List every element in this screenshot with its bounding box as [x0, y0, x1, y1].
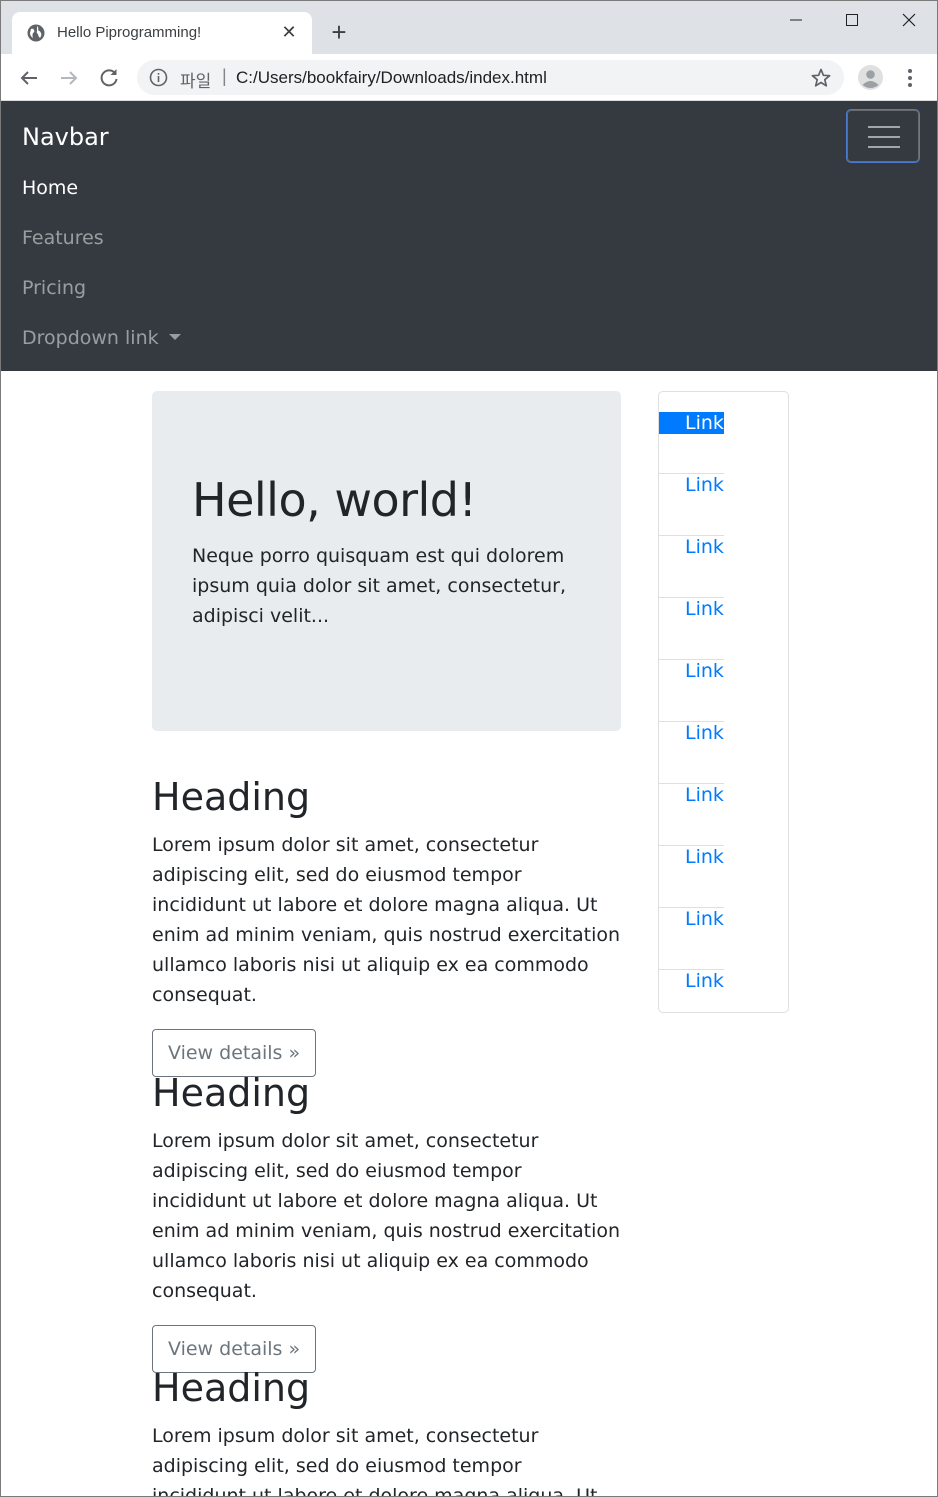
list-group-item[interactable]: Link	[659, 783, 724, 806]
section-text: Lorem ipsum dolor sit amet, consectetur …	[152, 1130, 621, 1302]
section-heading: Heading	[152, 1366, 311, 1410]
list-group-item[interactable]: Link	[659, 659, 724, 682]
section-heading: Heading	[152, 775, 311, 819]
close-window-icon[interactable]	[886, 5, 932, 35]
nav-link-features[interactable]: Features	[22, 227, 104, 249]
url-separator: |	[222, 66, 227, 86]
info-icon[interactable]	[149, 68, 168, 87]
new-tab-button[interactable]: +	[325, 19, 353, 47]
jumbotron-text: Neque porro quisquam est qui dolorem ips…	[192, 545, 566, 627]
navbar-brand[interactable]: Navbar	[22, 123, 109, 151]
hamburger-icon	[868, 136, 900, 138]
url-scheme-label: 파일	[180, 72, 212, 91]
section-heading: Heading	[152, 1071, 311, 1115]
caret-down-icon	[168, 334, 181, 340]
dropdown-link-label: Dropdown link	[22, 327, 159, 349]
browser-toolbar: 파일 | C:/Users/bookfairy/Downloads/index.…	[1, 54, 937, 101]
star-icon[interactable]	[810, 67, 832, 89]
navbar-toggler-button[interactable]	[846, 109, 920, 163]
content-section: Heading Lorem ipsum dolor sit amet, cons…	[152, 1365, 621, 1497]
tab-strip: Hello Piprogramming! ✕ +	[1, 1, 937, 54]
globe-icon	[27, 24, 45, 42]
list-group-item[interactable]: Link	[659, 907, 724, 930]
tab-title: Hello Piprogramming!	[57, 24, 202, 41]
hamburger-icon	[868, 126, 900, 128]
page-viewport: Navbar Home Features Pricing Dropdown li…	[1, 101, 937, 1497]
content-section: Heading Lorem ipsum dolor sit amet, cons…	[152, 774, 621, 1077]
address-bar[interactable]: 파일 | C:/Users/bookfairy/Downloads/index.…	[137, 60, 844, 95]
list-group-item[interactable]: Link	[659, 721, 724, 744]
forward-arrow-icon[interactable]	[55, 64, 83, 92]
minimize-icon[interactable]	[773, 5, 819, 35]
maximize-icon[interactable]	[829, 5, 875, 35]
list-group-item[interactable]: Link	[659, 969, 724, 992]
list-group: Link Link Link Link Link Link Link Link …	[658, 391, 789, 1013]
list-group-item[interactable]: Link	[659, 473, 724, 496]
navbar: Navbar Home Features Pricing Dropdown li…	[1, 101, 937, 371]
back-arrow-icon[interactable]	[15, 64, 43, 92]
list-group-item[interactable]: Link	[659, 412, 724, 434]
browser-tab[interactable]: Hello Piprogramming! ✕	[12, 12, 312, 54]
content-section: Heading Lorem ipsum dolor sit amet, cons…	[152, 1070, 621, 1373]
section-text: Lorem ipsum dolor sit amet, consectetur …	[152, 834, 621, 1006]
reload-icon[interactable]	[95, 64, 123, 92]
hamburger-icon	[868, 146, 900, 148]
nav-link-home[interactable]: Home	[22, 177, 78, 199]
browser-window: Hello Piprogramming! ✕ + 파일 | C:/Users/b…	[0, 0, 938, 1497]
close-tab-icon[interactable]: ✕	[278, 21, 300, 43]
list-group-item[interactable]: Link	[659, 597, 724, 620]
list-group-item[interactable]: Link	[659, 535, 724, 558]
url-text[interactable]: C:/Users/bookfairy/Downloads/index.html	[236, 68, 547, 88]
nav-dropdown-link[interactable]: Dropdown link	[22, 327, 181, 349]
list-group-item[interactable]: Link	[659, 845, 724, 868]
section-text: Lorem ipsum dolor sit amet, consectetur …	[152, 1425, 598, 1497]
jumbotron: Hello, world! Neque porro quisquam est q…	[152, 391, 621, 731]
kebab-menu-icon[interactable]	[901, 66, 919, 90]
nav-link-pricing[interactable]: Pricing	[22, 277, 86, 299]
account-icon[interactable]	[858, 65, 883, 90]
jumbotron-title: Hello, world!	[192, 473, 477, 527]
